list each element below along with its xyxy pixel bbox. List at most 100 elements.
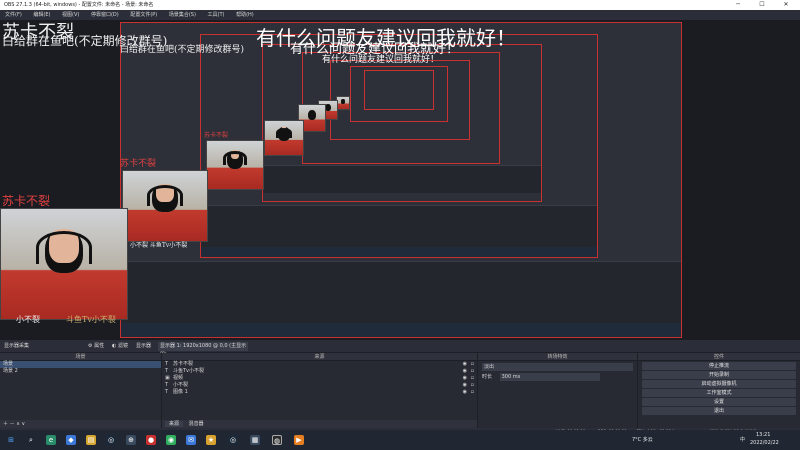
menu-file[interactable]: 文件(F)	[0, 10, 27, 20]
filter-icon: ◐	[112, 343, 117, 349]
file-explorer-icon[interactable]: ▤	[86, 435, 96, 445]
menu-help[interactable]: 帮助(H)	[231, 10, 259, 20]
webcam-feed-l	[206, 140, 264, 190]
source-item[interactable]: T 图像 1 ◉ ▫	[162, 389, 477, 396]
webcam-feed-tiny	[336, 96, 350, 110]
filters-button[interactable]: ◐ 滤镜	[112, 340, 128, 353]
tab-sources[interactable]: 来源	[165, 421, 184, 427]
menu-tools[interactable]: 工具(T)	[203, 10, 230, 20]
studio-mode-button[interactable]: 工作室模式	[642, 389, 796, 397]
text-icon: T	[165, 389, 169, 395]
weather-indicator[interactable]: 7°C 多云	[632, 436, 653, 443]
wechat-icon[interactable]: ◉	[166, 435, 176, 445]
duration-input[interactable]: 300 ms	[499, 373, 600, 381]
lock-icon[interactable]: ▫	[471, 382, 474, 389]
eye-icon[interactable]: ◉	[463, 361, 467, 368]
text-icon: T	[165, 361, 169, 367]
maximize-button[interactable]: ☐	[750, 0, 774, 10]
sources-footer: 来源 混音器	[162, 420, 477, 428]
search-icon[interactable]: ⌕	[26, 435, 36, 445]
gear-icon: ⚙	[88, 343, 93, 349]
move-down-icon[interactable]: ∨	[21, 421, 25, 427]
controls-dock: 控件 停止推流 开始录制 启动虚拟摄像机 工作室模式 设置 退出	[638, 353, 800, 428]
eye-icon[interactable]: ◉	[463, 368, 467, 375]
source-item[interactable]: T 苏卡不裂 ◉ ▫	[162, 361, 477, 368]
window-title: OBS 27.1.3 (64-bit, windows) - 配置文件: 未命名…	[4, 2, 154, 8]
eye-icon[interactable]: ◉	[463, 389, 467, 396]
app-icon-dark[interactable]: ▦	[250, 435, 260, 445]
menu-scene-collection[interactable]: 场景集合(S)	[164, 10, 201, 20]
lock-icon[interactable]: ▫	[471, 361, 474, 368]
banner-overlay-nested-2: 有什么问题友建议回我就好！	[322, 55, 440, 65]
webcam-feed-m	[264, 120, 304, 156]
nested-taskbar-1	[121, 323, 681, 337]
menu-view[interactable]: 视图(V)	[57, 10, 84, 20]
app-icon-gray[interactable]: ⊕	[126, 435, 136, 445]
steam-icon[interactable]: ◎	[106, 435, 116, 445]
scene-item[interactable]: 场景 2	[0, 368, 161, 375]
webcam-feed-xl	[122, 170, 208, 242]
duration-label: 时长	[482, 374, 493, 380]
source-item[interactable]: ▣ 视频 ◉ ▫	[162, 375, 477, 382]
source-item[interactable]: T 斗鱼Tv小不裂 ◉ ▫	[162, 368, 477, 375]
transition-select[interactable]: 淡出	[482, 363, 633, 371]
caption-overlay-nested: 白给群在鱼吧(不定期修改群号)	[120, 45, 245, 55]
nested-taskbar-2	[201, 247, 597, 257]
windows-taskbar: ⊞ ⌕ e ◆ ▤ ◎ ⊕ ● ◉ ✉ ★ ◎ ▦ ◍ ▶ 7°C 多云 中 1…	[0, 430, 800, 450]
transition-duration-row: 时长 300 ms	[482, 373, 633, 381]
minimize-button[interactable]: ─	[726, 0, 750, 10]
app-icon-orange[interactable]: ▶	[294, 435, 304, 445]
eye-icon[interactable]: ◉	[463, 382, 467, 389]
clock-date[interactable]: 2022/02/22	[750, 440, 779, 446]
display-label: 显示器	[136, 343, 152, 349]
scenes-footer: ＋ － ∧ ∨	[0, 420, 161, 428]
menu-profile[interactable]: 配置文件(P)	[125, 10, 162, 20]
eye-icon[interactable]: ◉	[463, 375, 467, 382]
lock-icon[interactable]: ▫	[471, 375, 474, 382]
edge-browser-icon[interactable]: e	[46, 435, 56, 445]
menu-docks[interactable]: 停靠窗口(D)	[86, 10, 124, 20]
nested-dock-1	[121, 261, 681, 323]
app-icon-blue[interactable]: ◆	[66, 435, 76, 445]
menu-bar: 文件(F) 编辑(E) 视图(V) 停靠窗口(D) 配置文件(P) 场景集合(S…	[0, 10, 800, 20]
close-button[interactable]: ✕	[774, 0, 798, 10]
scene-item[interactable]: 场景	[0, 361, 161, 368]
source-item[interactable]: T 小不裂 ◉ ▫	[162, 382, 477, 389]
display-select[interactable]: 显示器 1: 1920x1080 @ 0,0 (主显示器)	[158, 342, 248, 358]
stop-streaming-button[interactable]: 停止推流	[642, 362, 796, 370]
controls-header: 控件	[638, 353, 800, 361]
cam-sub-platform: 斗鱼Tv小不裂	[66, 315, 116, 324]
preview-canvas[interactable]: 苏卡不裂 白给群在鱼吧(不定期修改群号) 白给群在鱼吧(不定期修改群号) 有什么…	[0, 20, 800, 340]
obs-dock-area: 显示器采集 ⚙ 属性 ◐ 滤镜 显示器 显示器 1: 1920x1080 @ 0…	[0, 340, 800, 428]
settings-button[interactable]: 设置	[642, 398, 796, 406]
menu-edit[interactable]: 编辑(E)	[28, 10, 55, 20]
properties-button[interactable]: ⚙ 属性	[88, 340, 104, 353]
app-icon-yellow[interactable]: ★	[206, 435, 216, 445]
nested-frame-7	[364, 70, 434, 110]
add-icon[interactable]: ＋	[3, 421, 8, 427]
exit-button[interactable]: 退出	[642, 407, 796, 415]
scenes-dock: 场景 场景 场景 2 ＋ － ∧ ∨	[0, 353, 162, 428]
webcam-feed-main	[0, 208, 128, 320]
game-icon-red[interactable]: ●	[146, 435, 156, 445]
image-icon: ▣	[165, 375, 170, 381]
virtual-camera-button[interactable]: 启动虚拟摄像机	[642, 380, 796, 388]
app-icon-mail[interactable]: ✉	[186, 435, 196, 445]
windows-start-icon[interactable]: ⊞	[6, 435, 16, 445]
start-recording-button[interactable]: 开始录制	[642, 371, 796, 379]
steam-icon-2[interactable]: ◎	[228, 435, 238, 445]
window-titlebar: OBS 27.1.3 (64-bit, windows) - 配置文件: 未命名…	[0, 0, 800, 10]
ime-indicator[interactable]: 中	[740, 436, 745, 443]
remove-icon[interactable]: －	[10, 421, 15, 427]
text-icon: T	[165, 382, 169, 388]
move-up-icon[interactable]: ∧	[16, 421, 20, 427]
text-icon: T	[165, 368, 169, 374]
source-toolbar: 显示器采集 ⚙ 属性 ◐ 滤镜 显示器 显示器 1: 1920x1080 @ 0…	[0, 340, 800, 358]
cam-name-label: 苏卡不裂	[2, 194, 51, 208]
scenes-header: 场景	[0, 353, 161, 361]
tab-mixer[interactable]: 混音器	[185, 421, 208, 427]
lock-icon[interactable]: ▫	[471, 389, 474, 396]
obs-icon[interactable]: ◍	[272, 435, 282, 445]
clock-time[interactable]: 13:21	[756, 432, 770, 438]
lock-icon[interactable]: ▫	[471, 368, 474, 375]
